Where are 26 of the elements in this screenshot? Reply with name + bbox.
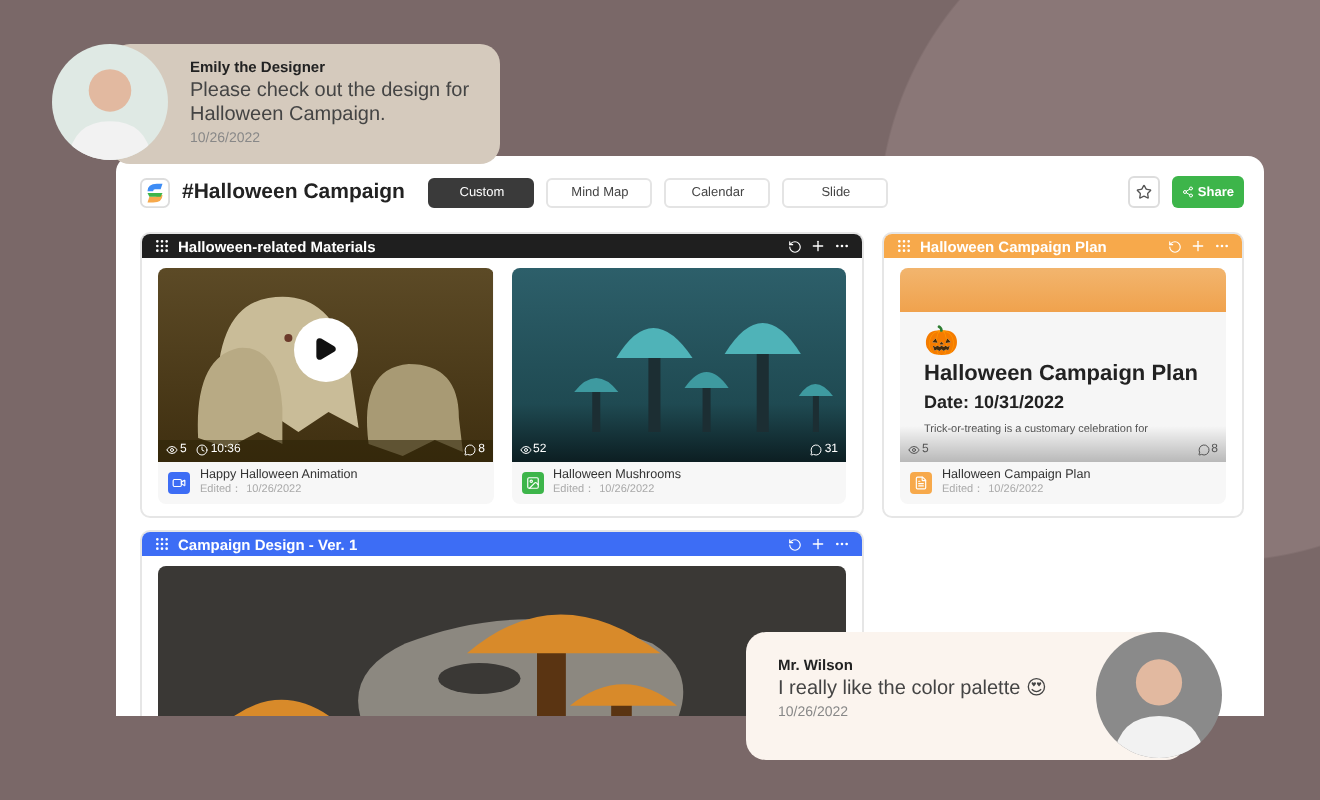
star-icon [1135, 184, 1152, 200]
image-icon [521, 471, 543, 493]
document-emoji: 🎃 [924, 324, 960, 356]
eye-icon [166, 444, 178, 456]
comment-icon [464, 444, 477, 456]
add-icon[interactable] [810, 238, 826, 254]
comment-icon [810, 444, 823, 456]
comment-icon [1197, 444, 1210, 456]
clock-icon [196, 444, 209, 456]
drag-handle-icon[interactable] [154, 536, 170, 552]
document-heading: Halloween Campaign Plan [924, 360, 1200, 388]
document-icon [910, 471, 932, 493]
star-button[interactable] [1127, 176, 1160, 208]
refresh-icon[interactable] [788, 239, 802, 253]
comment-message: I really like the color palette 😍 [778, 678, 1049, 702]
play-icon [312, 336, 339, 363]
project-title: #Halloween Campaign [182, 180, 405, 204]
comment-message: Please check out the design for Halloween Campaign. [190, 80, 472, 128]
document-date: Date: 10/31/2022 [924, 392, 1067, 412]
eye-icon [519, 444, 531, 456]
video-icon [168, 471, 190, 493]
drag-handle-icon[interactable] [896, 238, 912, 254]
share-icon [1181, 186, 1194, 198]
eye-icon [908, 444, 920, 456]
drag-handle-icon[interactable] [154, 238, 170, 254]
app-logo [140, 177, 170, 207]
